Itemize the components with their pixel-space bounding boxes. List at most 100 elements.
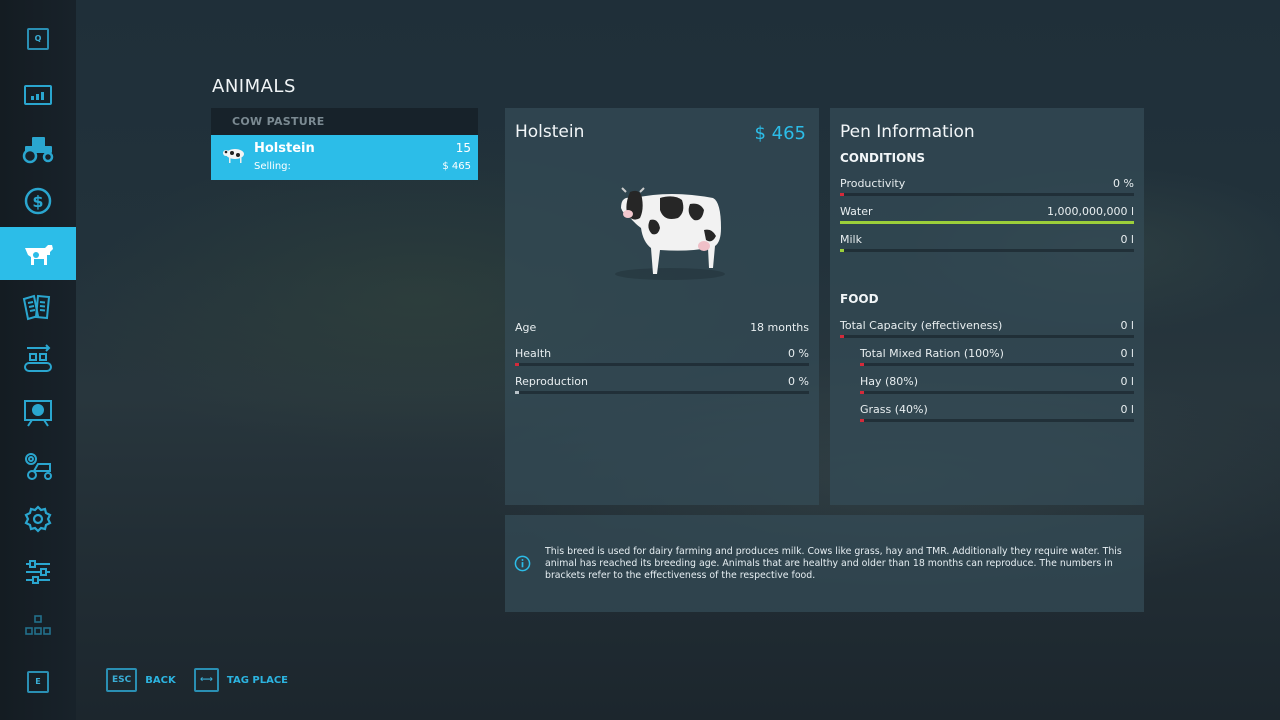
hierarchy-icon [25, 614, 51, 635]
animal-list: COW PASTURE Holstein Selling: 15 $ 465 [211, 108, 478, 180]
progress-track [840, 249, 1134, 252]
dollar-icon: $ [24, 187, 52, 214]
cow-icon [25, 244, 53, 265]
stat-label: Water [840, 205, 873, 218]
progress-fill [840, 221, 1134, 224]
svg-text:$: $ [32, 192, 43, 211]
animal-price: $ 465 [754, 123, 806, 144]
stat-value: 1,000,000,000 l [1046, 205, 1134, 218]
progress-fill [515, 391, 519, 394]
stat-label: Productivity [840, 177, 906, 190]
animal-name: Holstein [515, 122, 585, 142]
stat-value: 0 l [1120, 403, 1134, 416]
stat-health: Health 0 % [515, 347, 809, 373]
sidebar-item-finances[interactable]: $ [0, 174, 76, 227]
stat-value: 0 l [1120, 347, 1134, 360]
presentation-icon [24, 399, 52, 427]
progress-fill [860, 391, 864, 394]
page-title: ANIMALS [212, 76, 296, 97]
sidebar-item-next-page-e[interactable]: E [0, 655, 76, 708]
food-hay: Hay (80%) 0 l [860, 375, 1134, 401]
cow-image [615, 187, 725, 280]
stat-reproduction: Reproduction 0 % [515, 375, 809, 401]
tag-place-label: TAG PLACE [226, 674, 288, 686]
progress-fill [840, 335, 844, 338]
condition-water: Water 1,000,000,000 l [840, 205, 1134, 231]
tractor-icon [22, 136, 54, 163]
e-key-icon: E [27, 670, 49, 693]
animal-detail-panel: Holstein $ 465 Age 18 months Health 0 % … [505, 108, 819, 505]
tag-key-icon: ⟷ [194, 668, 219, 692]
sidebar-item-hierarchy[interactable] [0, 599, 76, 652]
esc-key-icon: ESC [106, 668, 138, 692]
progress-track [840, 193, 1134, 196]
food-total-capacity: Total Capacity (effectiveness) 0 l [840, 319, 1134, 345]
food-grass: Grass (40%) 0 l [860, 403, 1134, 429]
stat-label: Age [515, 321, 537, 334]
food-heading: FOOD [840, 292, 879, 306]
stat-age: Age 18 months [515, 321, 809, 347]
stat-label: Hay (80%) [860, 375, 919, 388]
back-label: BACK [145, 674, 176, 686]
stat-value: 0 l [1120, 319, 1134, 332]
stat-label: Total Mixed Ration (100%) [860, 347, 1004, 360]
gear-tractor-icon [25, 452, 52, 480]
list-item-price: $ 465 [442, 161, 471, 172]
info-panel: This breed is used for dairy farming and… [505, 515, 1144, 612]
list-item-count: 15 [455, 141, 471, 155]
contracts-icon [22, 294, 51, 320]
info-text: This breed is used for dairy farming and… [545, 546, 1122, 581]
back-button[interactable]: ESC BACK [106, 668, 176, 692]
progress-track [860, 419, 1134, 422]
q-key-icon: Q [27, 27, 49, 50]
cow-thumbnail-icon [223, 149, 244, 163]
sidebar-item-prev-page-q[interactable]: Q [0, 12, 76, 65]
progress-track [860, 363, 1134, 366]
progress-track [515, 363, 809, 366]
stat-label: Health [515, 347, 552, 360]
sidebar-item-settings[interactable] [0, 492, 76, 545]
sidebar-item-animals[interactable] [0, 227, 76, 280]
stat-value: 18 months [750, 321, 809, 334]
statistics-icon [24, 84, 52, 105]
stat-value: 0 % [788, 375, 809, 388]
sliders-icon [26, 559, 50, 584]
stat-label: Total Capacity (effectiveness) [840, 319, 1003, 332]
list-item-name: Holstein [254, 141, 315, 156]
progress-track [515, 391, 809, 394]
progress-track [840, 335, 1134, 338]
conditions-heading: CONDITIONS [840, 151, 926, 165]
progress-track [840, 221, 1134, 224]
stat-value: 0 l [1120, 233, 1134, 246]
gear-icon [24, 504, 52, 533]
sidebar: Q $ E [0, 0, 76, 720]
stat-value: 0 l [1120, 375, 1134, 388]
sidebar-item-contracts[interactable] [0, 280, 76, 333]
info-icon [514, 555, 531, 572]
progress-fill [840, 193, 844, 196]
stat-value: 0 % [1113, 177, 1134, 190]
progress-fill [840, 249, 844, 252]
tag-place-button[interactable]: ⟷ TAG PLACE [194, 668, 288, 692]
pen-information-panel: Pen Information CONDITIONS Productivity … [830, 108, 1144, 505]
progress-fill [860, 419, 864, 422]
stat-label: Grass (40%) [860, 403, 928, 416]
list-item-sub-label: Selling: [254, 161, 291, 172]
stat-label: Milk [840, 233, 862, 246]
sidebar-item-help[interactable] [0, 386, 76, 439]
sidebar-item-vehicles[interactable] [0, 121, 76, 174]
food-total-mixed-ration: Total Mixed Ration (100%) 0 l [860, 347, 1134, 373]
sidebar-item-garage-settings[interactable] [0, 439, 76, 492]
list-item[interactable]: Holstein Selling: 15 $ 465 [211, 135, 478, 180]
stat-value: 0 % [788, 347, 809, 360]
progress-fill [860, 363, 864, 366]
sidebar-item-statistics[interactable] [0, 68, 76, 121]
condition-productivity: Productivity 0 % [840, 177, 1134, 203]
pen-title: Pen Information [840, 122, 975, 142]
progress-fill [515, 363, 519, 366]
stat-label: Reproduction [515, 375, 588, 388]
production-chain-icon [24, 343, 52, 372]
sidebar-item-general-settings[interactable] [0, 545, 76, 598]
list-section-header: COW PASTURE [211, 108, 478, 135]
sidebar-item-production[interactable] [0, 333, 76, 386]
